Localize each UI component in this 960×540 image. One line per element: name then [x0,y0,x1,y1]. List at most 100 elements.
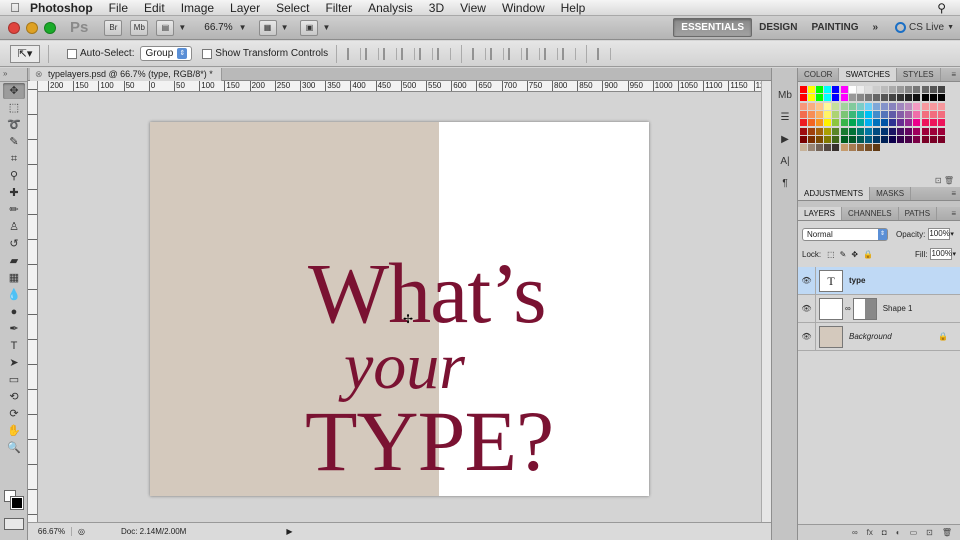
new-layer-icon[interactable]: ⊡ [926,528,933,537]
mini-bridge-panel-icon[interactable]: Mb [776,88,794,104]
color-swatch[interactable] [816,135,824,143]
color-swatch[interactable] [840,119,848,127]
color-swatch[interactable] [929,110,937,118]
align-right-icon[interactable] [437,47,452,60]
menu-layer[interactable]: Layer [222,1,268,15]
vertical-ruler[interactable] [28,81,38,522]
align-horizontal-center-icon[interactable] [419,47,434,60]
zoom-level-field[interactable]: 66.7% [204,22,232,33]
horizontal-ruler[interactable]: 200 150 100 50 0 50 100 150 200 250 300 350 400 450 50… [38,81,761,92]
color-swatch[interactable] [929,127,937,135]
color-swatch[interactable] [937,135,945,143]
color-swatch[interactable] [864,110,872,118]
path-selection-tool-icon[interactable]: ➤ [3,355,25,371]
color-swatch[interactable] [848,144,856,152]
color-swatch[interactable] [800,135,807,143]
menu-select[interactable]: Select [268,1,317,15]
lock-options-icons[interactable]: ⬚✎✥🔒 [827,250,878,259]
blur-tool-icon[interactable]: 💧 [3,287,25,303]
distribute-left-icon[interactable] [526,47,541,60]
color-swatch[interactable] [872,102,880,110]
color-swatch[interactable] [856,110,864,118]
color-swatch[interactable] [816,119,824,127]
color-swatch[interactable] [937,102,945,110]
color-swatch[interactable] [913,127,921,135]
opacity-slider-icon[interactable]: ▾ [950,230,954,238]
new-group-icon[interactable]: ▭ [910,528,918,537]
color-swatch[interactable] [881,135,888,143]
color-swatch[interactable] [889,94,897,102]
menu-3d[interactable]: 3D [421,1,452,15]
color-swatch[interactable] [856,102,864,110]
panel-menu-icon[interactable]: ≡ [951,70,956,79]
color-swatch[interactable] [848,102,856,110]
view-extras-button[interactable]: ▤ [156,19,175,36]
color-swatch[interactable] [937,94,945,102]
workspace-essentials[interactable]: ESSENTIALS [673,18,753,37]
color-swatch[interactable] [816,127,824,135]
color-swatch[interactable] [889,86,897,93]
color-swatch[interactable] [808,94,816,102]
adjustment-layer-icon[interactable]: ◐ [896,528,901,537]
color-swatch[interactable] [929,135,937,143]
show-transform-checkbox[interactable]: Show Transform Controls [202,48,328,59]
tab-paths[interactable]: PATHS [899,207,938,220]
color-swatch[interactable] [848,110,856,118]
minimize-window-button[interactable] [26,21,38,34]
quick-mask-mode-icon[interactable] [4,518,24,530]
vertical-scrollbar[interactable] [761,81,771,522]
color-swatch[interactable] [808,102,816,110]
tab-styles[interactable]: STYLES [897,68,941,81]
workspace-painting[interactable]: PAINTING [804,19,865,36]
gradient-tool-icon[interactable]: ▦ [3,270,25,286]
clone-stamp-tool-icon[interactable]: ♙ [3,219,25,235]
auto-align-layers-icon[interactable] [597,47,612,60]
color-swatch[interactable] [889,119,897,127]
layer-name[interactable]: Shape 1 [883,304,913,313]
color-swatch[interactable] [824,135,832,143]
3d-orbit-tool-icon[interactable]: ⟳ [3,406,25,422]
visibility-eye-icon[interactable]: 👁 [798,294,816,323]
color-swatch[interactable] [808,86,816,93]
color-swatch[interactable] [824,94,832,102]
color-swatch[interactable] [832,102,840,110]
color-swatch[interactable] [889,110,897,118]
color-swatch[interactable] [913,135,921,143]
document-tab[interactable]: ⊗ typelayers.psd @ 66.7% (type, RGB/8*) … [30,68,222,81]
eyedropper-tool-icon[interactable]: ⚲ [3,168,25,184]
spotlight-search-icon[interactable]: ⚲ [937,1,946,15]
color-swatch[interactable] [881,110,888,118]
color-swatch[interactable] [872,110,880,118]
color-swatch[interactable] [800,86,807,93]
zoom-window-button[interactable] [44,21,56,34]
color-swatch[interactable] [921,135,929,143]
screen-mode-dropdown-icon[interactable]: ▼ [322,23,330,32]
color-swatch[interactable] [881,127,888,135]
character-panel-icon[interactable]: A| [776,154,794,170]
dodge-tool-icon[interactable]: ● [3,304,25,320]
tab-adjustments[interactable]: ADJUSTMENTS [798,187,871,200]
color-swatch[interactable] [824,119,832,127]
color-swatch[interactable] [905,127,913,135]
color-swatch[interactable] [913,102,921,110]
arrange-documents-button[interactable]: ▦ [258,19,277,36]
zoom-tool-icon[interactable]: 🔍 [3,440,25,456]
auto-select-checkbox[interactable]: Auto-Select: [67,48,134,59]
close-window-button[interactable] [8,21,20,34]
app-menu[interactable]: Photoshop [30,1,101,15]
color-swatch[interactable] [872,135,880,143]
color-swatch[interactable] [832,110,840,118]
color-swatch[interactable] [864,119,872,127]
color-swatch[interactable] [800,110,807,118]
color-swatch[interactable] [897,127,905,135]
menu-view[interactable]: View [452,1,494,15]
tab-swatches[interactable]: SWATCHES [839,68,897,81]
color-swatch[interactable] [881,102,888,110]
color-swatch[interactable] [864,135,872,143]
distribute-top-icon[interactable] [472,47,487,60]
color-swatch[interactable] [824,102,832,110]
mini-bridge-button[interactable]: Mb [130,19,149,36]
status-menu-arrow-icon[interactable]: ▶ [286,527,292,536]
color-swatch[interactable] [832,135,840,143]
distribute-horizontal-center-icon[interactable] [544,47,559,60]
